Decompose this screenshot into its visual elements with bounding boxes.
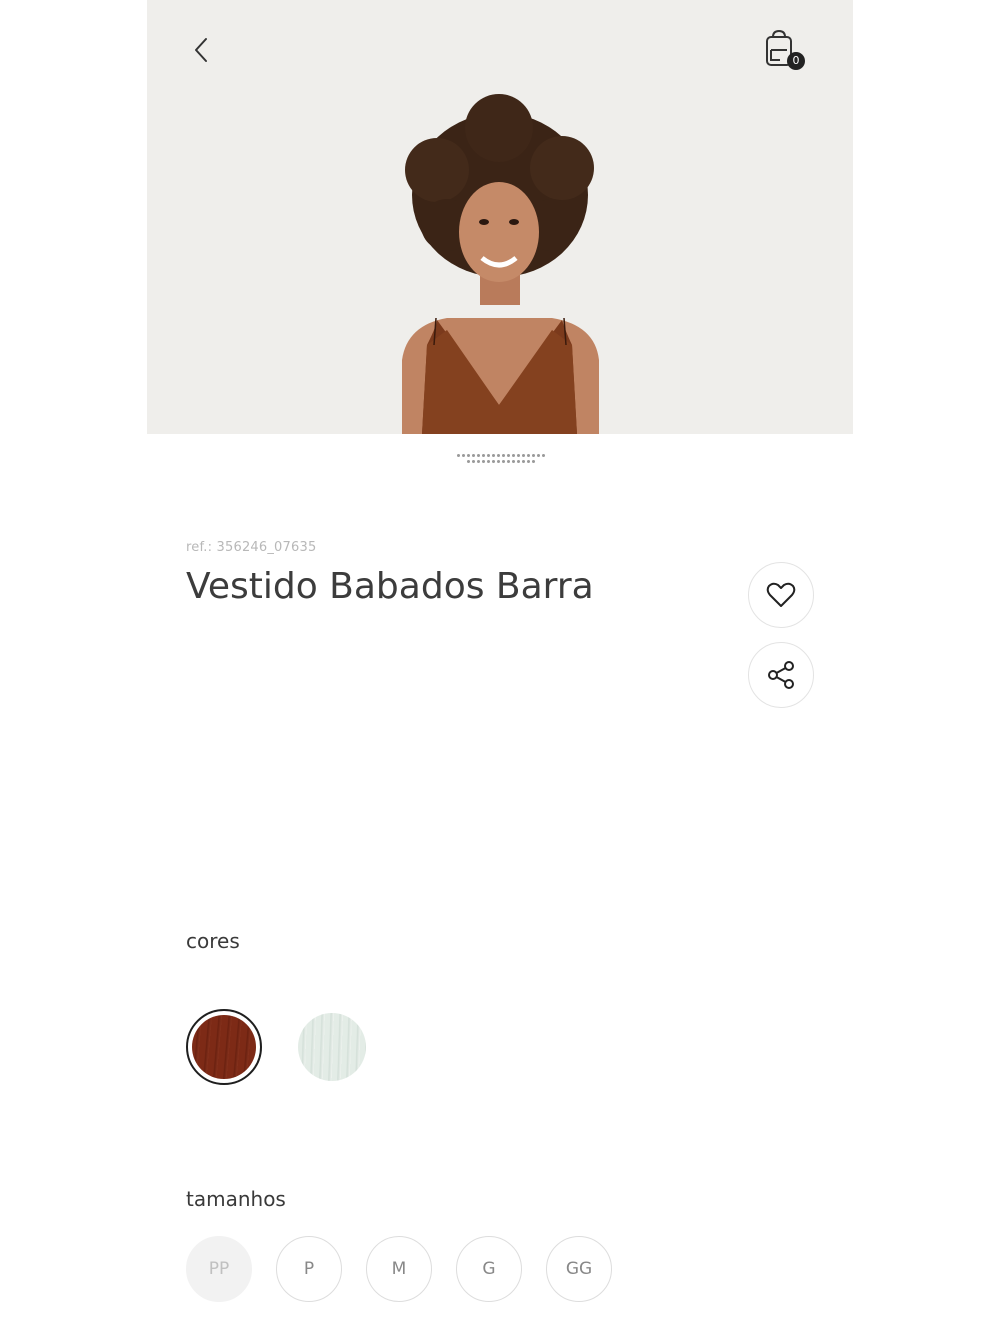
pager-dot[interactable]	[527, 454, 530, 457]
pager-dot[interactable]	[517, 460, 520, 463]
pager-dot[interactable]	[492, 454, 495, 457]
pager-dot[interactable]	[502, 454, 505, 457]
pager-dot[interactable]	[497, 460, 500, 463]
pager-dot[interactable]	[522, 460, 525, 463]
pager-dot[interactable]	[487, 454, 490, 457]
pager-dot[interactable]	[517, 454, 520, 457]
pager-dot[interactable]	[507, 454, 510, 457]
pager-dot[interactable]	[472, 460, 475, 463]
pager-dot[interactable]	[472, 454, 475, 457]
heart-icon	[766, 582, 796, 607]
model-photo	[402, 94, 599, 434]
pager-dot[interactable]	[497, 454, 500, 457]
product-ref: ref.: 356246_07635	[186, 540, 317, 555]
pager-dot[interactable]	[482, 460, 485, 463]
size-option-pp[interactable]: PP	[186, 1236, 252, 1302]
pager-dot[interactable]	[537, 454, 540, 457]
pager-dot[interactable]	[507, 460, 510, 463]
bag-button[interactable]: 0	[762, 28, 806, 72]
swatch-fill	[192, 1015, 256, 1079]
colors-label: cores	[186, 929, 240, 953]
pager-dot[interactable]	[522, 454, 525, 457]
share-button[interactable]	[748, 642, 814, 708]
sizes-label: tamanhos	[186, 1187, 286, 1211]
back-button[interactable]	[183, 30, 219, 70]
pager-dot[interactable]	[532, 460, 535, 463]
product-title: Vestido Babados Barra	[186, 566, 594, 607]
color-swatch-off-white[interactable]	[298, 1013, 366, 1081]
pager-dot[interactable]	[467, 460, 470, 463]
pager-dot[interactable]	[477, 454, 480, 457]
pager-dot[interactable]	[457, 454, 460, 457]
pager-dot[interactable]	[487, 460, 490, 463]
pager-dot[interactable]	[512, 454, 515, 457]
color-swatch-terracota[interactable]	[186, 1009, 262, 1085]
pager-dot[interactable]	[502, 460, 505, 463]
pager-dot[interactable]	[542, 454, 545, 457]
chevron-left-icon	[195, 38, 207, 62]
share-icon	[768, 661, 794, 689]
pager-dot[interactable]	[512, 460, 515, 463]
gallery-pager[interactable]	[455, 454, 547, 464]
size-option-gg[interactable]: GG	[546, 1236, 612, 1302]
size-option-m[interactable]: M	[366, 1236, 432, 1302]
product-image[interactable]	[147, 0, 853, 434]
size-options: PP P M G GG	[186, 1236, 612, 1302]
pager-dot[interactable]	[467, 454, 470, 457]
size-option-g[interactable]: G	[456, 1236, 522, 1302]
pager-dot[interactable]	[532, 454, 535, 457]
size-option-p[interactable]: P	[276, 1236, 342, 1302]
pager-dot[interactable]	[482, 454, 485, 457]
pager-dot[interactable]	[462, 454, 465, 457]
pager-dot[interactable]	[527, 460, 530, 463]
favorite-button[interactable]	[748, 562, 814, 628]
pager-dot[interactable]	[477, 460, 480, 463]
pager-dot[interactable]	[492, 460, 495, 463]
bag-count-badge: 0	[787, 52, 805, 70]
